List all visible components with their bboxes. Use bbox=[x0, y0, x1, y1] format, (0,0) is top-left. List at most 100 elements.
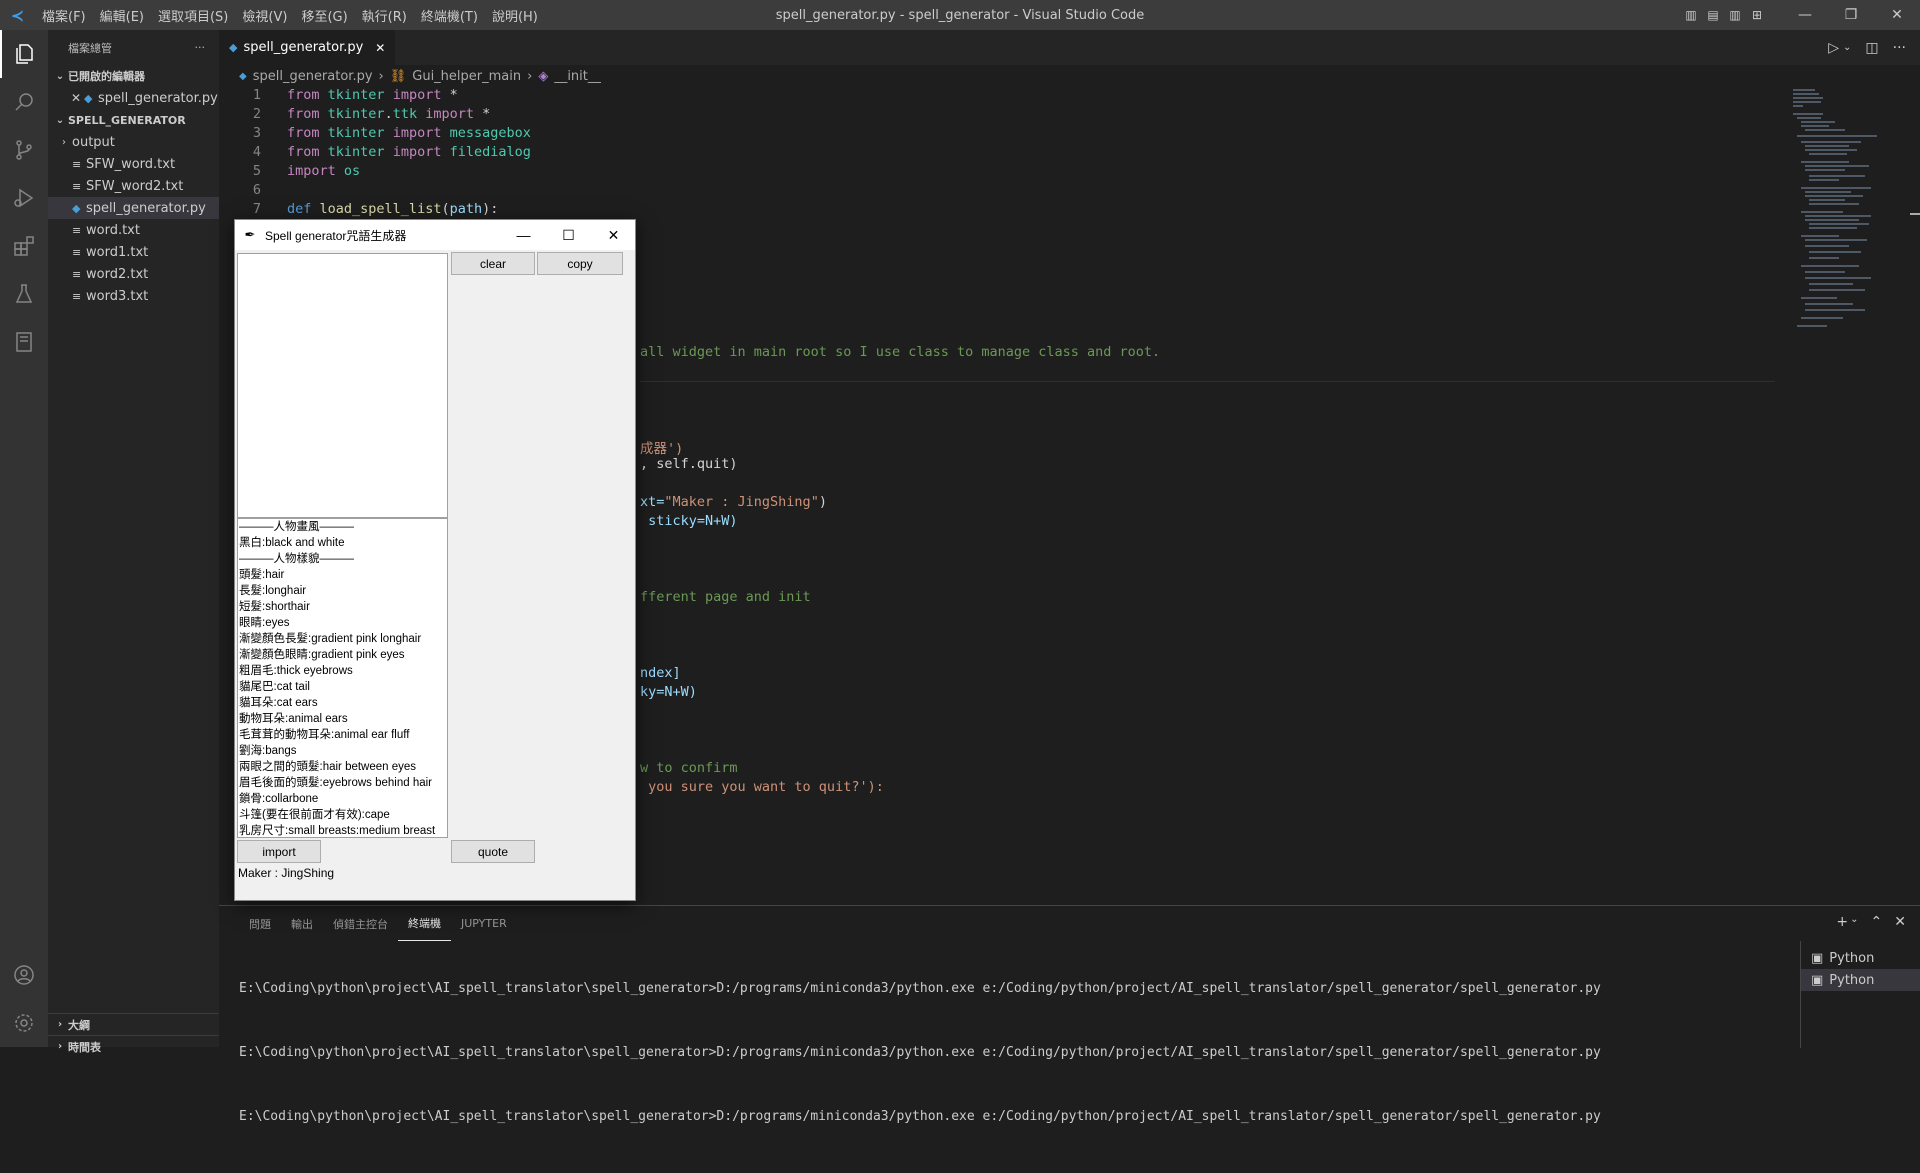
outline-section[interactable]: › 大綱 bbox=[48, 1013, 219, 1035]
tree-item-output[interactable]: › output bbox=[48, 131, 219, 153]
timeline-section[interactable]: › 時間表 bbox=[48, 1035, 219, 1057]
testing-icon[interactable] bbox=[0, 270, 48, 318]
open-editors-section[interactable]: ⌄ 已開啟的編輯器 bbox=[48, 65, 219, 87]
menu-view[interactable]: 檢視(V) bbox=[235, 10, 294, 25]
menu-edit[interactable]: 編輯(E) bbox=[93, 10, 151, 25]
tk-close-icon[interactable]: ✕ bbox=[591, 220, 636, 250]
menu-help[interactable]: 說明(H) bbox=[485, 10, 545, 25]
new-terminal-icon[interactable]: + bbox=[1836, 914, 1848, 930]
tree-item-word1[interactable]: ≡ word1.txt bbox=[48, 241, 219, 263]
terminal-line: E:\Coding\python\project\AI_spell_transl… bbox=[239, 1109, 1601, 1124]
jupyter-icon[interactable] bbox=[0, 318, 48, 366]
spell-listbox[interactable]: ———人物畫風——— 黑白:black and white ———人物樣貌———… bbox=[237, 518, 448, 838]
list-item[interactable]: 斗篷(要在很前面才有效):cape bbox=[238, 807, 447, 823]
clear-button[interactable]: clear bbox=[451, 252, 535, 275]
code-fragment: ndex] bbox=[640, 665, 681, 681]
breadcrumb-file[interactable]: spell_generator.py bbox=[253, 69, 373, 84]
list-item[interactable]: 鎖骨:collarbone bbox=[238, 791, 447, 807]
quote-button[interactable]: quote bbox=[451, 840, 535, 863]
menu-file[interactable]: 檔案(F) bbox=[35, 10, 93, 25]
tk-maximize-icon[interactable]: ☐ bbox=[546, 220, 591, 250]
close-window-icon[interactable]: ✕ bbox=[1874, 7, 1920, 23]
settings-gear-icon[interactable] bbox=[0, 999, 48, 1047]
explorer-icon[interactable] bbox=[0, 30, 48, 78]
spell-generator-window: ✒ Spell generator咒語生成器 — ☐ ✕ clear copy … bbox=[234, 219, 636, 901]
list-item[interactable]: 長髮:longhair bbox=[238, 583, 447, 599]
line-number: 3 bbox=[252, 125, 261, 141]
tree-item-label: output bbox=[72, 134, 115, 150]
list-item[interactable]: 劉海:bangs bbox=[238, 743, 447, 759]
account-icon[interactable] bbox=[0, 951, 48, 999]
breadcrumb-class[interactable]: Gui_helper_main bbox=[412, 69, 521, 84]
import-button[interactable]: import bbox=[237, 840, 321, 863]
list-item[interactable]: 頭髮:hair bbox=[238, 567, 447, 583]
menu-run[interactable]: 執行(R) bbox=[355, 10, 414, 25]
more-actions-icon[interactable]: ··· bbox=[195, 41, 206, 54]
toggle-panel-icon[interactable]: ▤ bbox=[1702, 8, 1724, 22]
toggle-sidebar-icon[interactable]: ▥ bbox=[1680, 8, 1702, 22]
list-item[interactable]: 乳房尺寸:small breasts:medium breast bbox=[238, 823, 447, 837]
minimize-icon[interactable]: — bbox=[1782, 7, 1828, 23]
list-item[interactable]: 短髮:shorthair bbox=[238, 599, 447, 615]
tab-debug-console[interactable]: 偵錯主控台 bbox=[323, 906, 398, 941]
tree-item-spell-generator[interactable]: ◆ spell_generator.py bbox=[48, 197, 219, 219]
vertical-scrollbar[interactable] bbox=[1906, 87, 1920, 905]
tab-problems[interactable]: 問題 bbox=[239, 906, 281, 941]
list-item[interactable]: 動物耳朵:animal ears bbox=[238, 711, 447, 727]
toggle-secondary-sidebar-icon[interactable]: ▥ bbox=[1724, 8, 1746, 22]
code-line: from tkinter import * bbox=[287, 87, 458, 103]
list-item[interactable]: 黑白:black and white bbox=[238, 535, 447, 551]
maximize-panel-icon[interactable]: ⌃ bbox=[1871, 914, 1883, 930]
menu-go[interactable]: 移至(G) bbox=[294, 10, 354, 25]
tab-output[interactable]: 輸出 bbox=[281, 906, 323, 941]
search-icon[interactable] bbox=[0, 78, 48, 126]
run-debug-icon[interactable] bbox=[0, 174, 48, 222]
open-editor-item[interactable]: ✕ ◆ spell_generator.py bbox=[48, 87, 219, 109]
terminal-item[interactable]: ▣ Python bbox=[1801, 969, 1920, 991]
run-python-file-icon[interactable]: ▷ bbox=[1828, 40, 1839, 56]
list-item[interactable]: ———人物樣貌——— bbox=[238, 551, 447, 567]
copy-button[interactable]: copy bbox=[537, 252, 623, 275]
menu-terminal[interactable]: 終端機(T) bbox=[414, 10, 485, 25]
chevron-down-icon[interactable]: ⌄ bbox=[1850, 914, 1858, 930]
tk-minimize-icon[interactable]: — bbox=[501, 220, 546, 250]
terminal-output[interactable]: E:\Coding\python\project\AI_spell_transl… bbox=[239, 951, 1601, 1173]
tk-title-bar[interactable]: ✒ Spell generator咒語生成器 — ☐ ✕ bbox=[235, 220, 635, 250]
tree-item-sfw-word[interactable]: ≡ SFW_word.txt bbox=[48, 153, 219, 175]
list-item[interactable]: 漸變顏色眼睛:gradient pink eyes bbox=[238, 647, 447, 663]
terminal-item[interactable]: ▣ Python bbox=[1801, 947, 1920, 969]
menu-selection[interactable]: 選取項目(S) bbox=[151, 10, 235, 25]
terminal-icon: ▣ bbox=[1811, 972, 1824, 988]
tab-spell-generator[interactable]: ◆ spell_generator.py ✕ bbox=[219, 30, 396, 65]
list-item[interactable]: 漸變顏色長髮:gradient pink longhair bbox=[238, 631, 447, 647]
list-item[interactable]: 眉毛後面的頭髮:eyebrows behind hair bbox=[238, 775, 447, 791]
tab-jupyter[interactable]: JUPYTER bbox=[451, 906, 517, 941]
tree-item-word3[interactable]: ≡ word3.txt bbox=[48, 285, 219, 307]
close-editor-icon[interactable]: ✕ bbox=[68, 91, 84, 105]
list-item[interactable]: 兩眼之間的頭髮:hair between eyes bbox=[238, 759, 447, 775]
minimap[interactable] bbox=[1793, 87, 1903, 347]
list-item[interactable]: ———人物畫風——— bbox=[238, 519, 447, 535]
list-item[interactable]: 毛茸茸的動物耳朵:animal ear fluff bbox=[238, 727, 447, 743]
extensions-icon[interactable] bbox=[0, 222, 48, 270]
tab-terminal[interactable]: 終端機 bbox=[398, 906, 451, 941]
tree-item-word2[interactable]: ≡ word2.txt bbox=[48, 263, 219, 285]
list-item[interactable]: 眼睛:eyes bbox=[238, 615, 447, 631]
close-panel-icon[interactable]: ✕ bbox=[1894, 914, 1906, 930]
source-control-icon[interactable] bbox=[0, 126, 48, 174]
breadcrumb-method[interactable]: __init__ bbox=[554, 69, 601, 84]
tree-item-sfw-word2[interactable]: ≡ SFW_word2.txt bbox=[48, 175, 219, 197]
restore-icon[interactable]: ❐ bbox=[1828, 7, 1874, 23]
list-item[interactable]: 粗眉毛:thick eyebrows bbox=[238, 663, 447, 679]
code-line: from tkinter import filedialog bbox=[287, 144, 531, 160]
chevron-down-icon[interactable]: ⌄ bbox=[1843, 42, 1851, 53]
folder-section[interactable]: ⌄ SPELL_GENERATOR bbox=[48, 109, 219, 131]
list-item[interactable]: 貓尾巴:cat tail bbox=[238, 679, 447, 695]
tree-item-word[interactable]: ≡ word.txt bbox=[48, 219, 219, 241]
more-actions-icon[interactable]: ··· bbox=[1893, 40, 1906, 56]
list-item[interactable]: 貓耳朵:cat ears bbox=[238, 695, 447, 711]
customize-layout-icon[interactable]: ⊞ bbox=[1746, 8, 1768, 22]
close-tab-icon[interactable]: ✕ bbox=[375, 41, 385, 55]
spell-output-textbox[interactable] bbox=[237, 253, 448, 518]
split-editor-icon[interactable]: ◫ bbox=[1865, 40, 1878, 56]
